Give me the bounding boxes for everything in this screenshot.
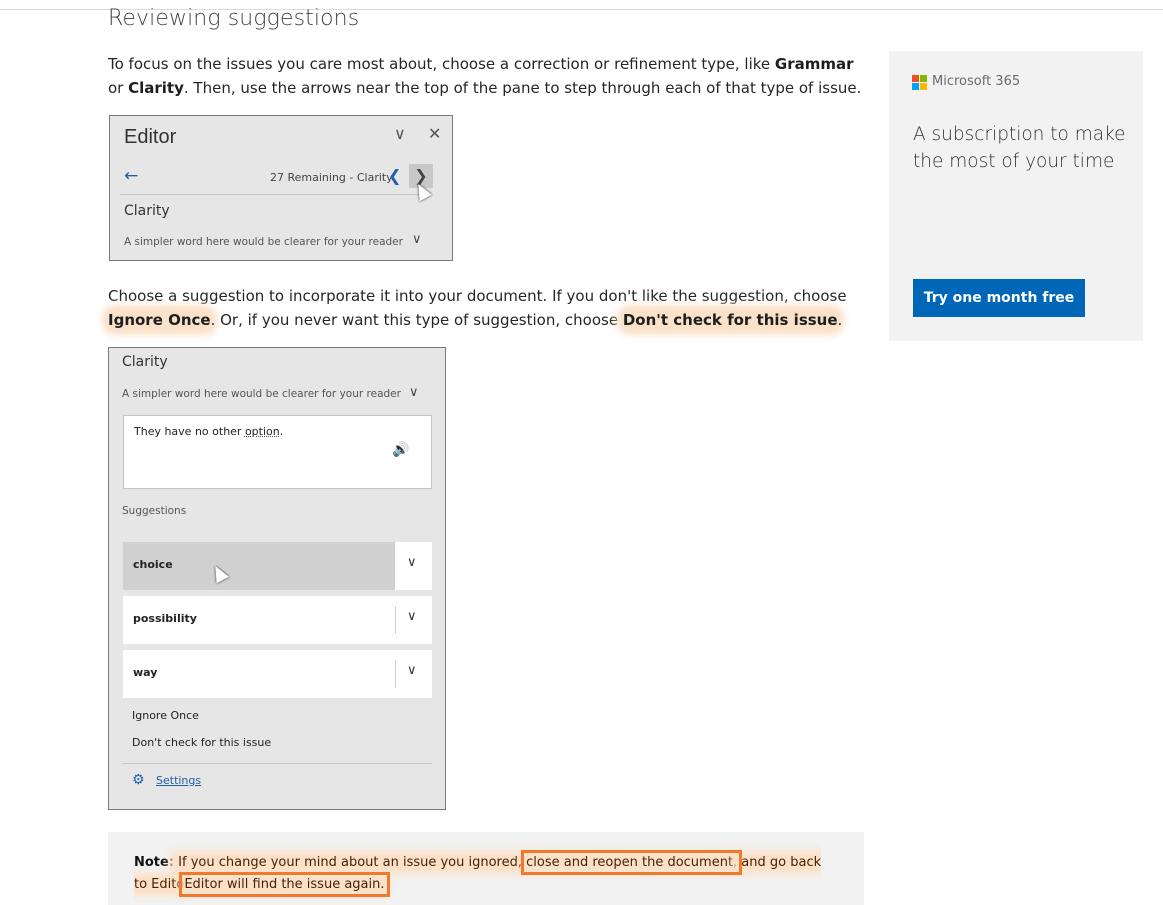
brand-name: Microsoft 365 (932, 74, 1021, 89)
intro-text-1: To focus on the issues you care most abo… (108, 55, 775, 73)
note-label: Note: (134, 855, 175, 870)
note-box: Note: If you change your mind about an i… (108, 832, 864, 905)
note-text-1: If you change your mind about an issue y… (174, 855, 527, 870)
sentence-prefix: They have no other (134, 425, 245, 438)
choose-text-1: Choose a suggestion to incorporate it in… (108, 287, 847, 305)
context-sentence: They have no other option. (134, 425, 283, 438)
suggestion-possibility[interactable]: possibility ∨ (123, 596, 432, 644)
note-text: Note: If you change your mind about an i… (134, 850, 834, 897)
gear-icon[interactable]: ⚙ (132, 772, 145, 788)
suggestion-way[interactable]: way ∨ (123, 650, 432, 698)
dont-check-button[interactable]: Don't check for this issue (132, 736, 271, 749)
expand-chevron-icon[interactable]: ∨ (412, 232, 422, 247)
category-label: Clarity (124, 203, 170, 219)
suggestion-label: choice (133, 558, 173, 571)
chevron-down-icon[interactable]: ∨ (407, 663, 417, 678)
choose-text-3: . (837, 311, 843, 329)
intro-grammar: Grammar (774, 55, 854, 73)
note-highlight-2: Editor will find the issue again. (179, 872, 390, 897)
suggestion-label: possibility (133, 612, 197, 625)
section-heading: Reviewing suggestions (108, 6, 360, 31)
context-sentence-box: They have no other option. 🔊 (123, 415, 432, 489)
chevron-down-icon[interactable]: ∨ (407, 609, 417, 624)
expand-chevron-icon[interactable]: ∨ (409, 385, 419, 400)
settings-link[interactable]: Settings (156, 774, 201, 787)
issue-description: A simpler word here would be clearer for… (124, 236, 403, 248)
ignore-once-button[interactable]: Ignore Once (132, 709, 199, 722)
sentence-suffix: . (279, 425, 284, 438)
chevron-down-icon[interactable]: ∨ (407, 555, 417, 570)
suggestion-label: way (133, 666, 158, 679)
suggestion-pane-screenshot: Clarity A simpler word here would be cle… (108, 347, 446, 810)
intro-text-2: or (108, 79, 129, 97)
flagged-word: option (244, 425, 280, 438)
category-label: Clarity (122, 354, 168, 370)
back-arrow-icon[interactable]: ← (124, 166, 138, 186)
close-icon[interactable]: ✕ (428, 124, 441, 143)
microsoft-logo-icon (912, 75, 928, 91)
ignore-once-term: Ignore Once (108, 311, 211, 329)
try-free-button[interactable]: Try one month free (913, 279, 1085, 317)
intro-paragraph: To focus on the issues you care most abo… (108, 52, 868, 100)
intro-text-3: . Then, use the arrows near the top of t… (183, 79, 862, 97)
intro-clarity: Clarity (128, 79, 184, 97)
editor-title: Editor (124, 126, 177, 148)
chevron-left-icon[interactable]: ❮ (388, 166, 401, 185)
divider (395, 660, 396, 688)
divider (122, 763, 432, 764)
suggestion-choice[interactable]: choice ∨ (123, 542, 432, 590)
chevron-down-icon[interactable]: ∨ (394, 124, 406, 143)
choose-paragraph: Choose a suggestion to incorporate it in… (108, 284, 868, 332)
choose-text-2: . Or, if you never want this type of sug… (210, 311, 623, 329)
divider (395, 606, 396, 634)
promo-card: Microsoft 365 A subscription to make the… (889, 51, 1143, 341)
divider (120, 194, 430, 195)
dont-check-term: Don't check for this issue (622, 311, 838, 329)
editor-pane-screenshot: Editor ∨ ✕ ← 27 Remaining - Clarity ❮ ❯ … (109, 115, 453, 261)
speaker-icon[interactable]: 🔊 (392, 442, 409, 458)
issue-description: A simpler word here would be clearer for… (122, 388, 401, 400)
remaining-count: 27 Remaining - Clarity (270, 171, 393, 184)
note-highlight-1: close and reopen the document, (521, 850, 743, 875)
suggestions-label: Suggestions (122, 505, 187, 517)
promo-tagline: A subscription to make the most of your … (913, 124, 1126, 172)
